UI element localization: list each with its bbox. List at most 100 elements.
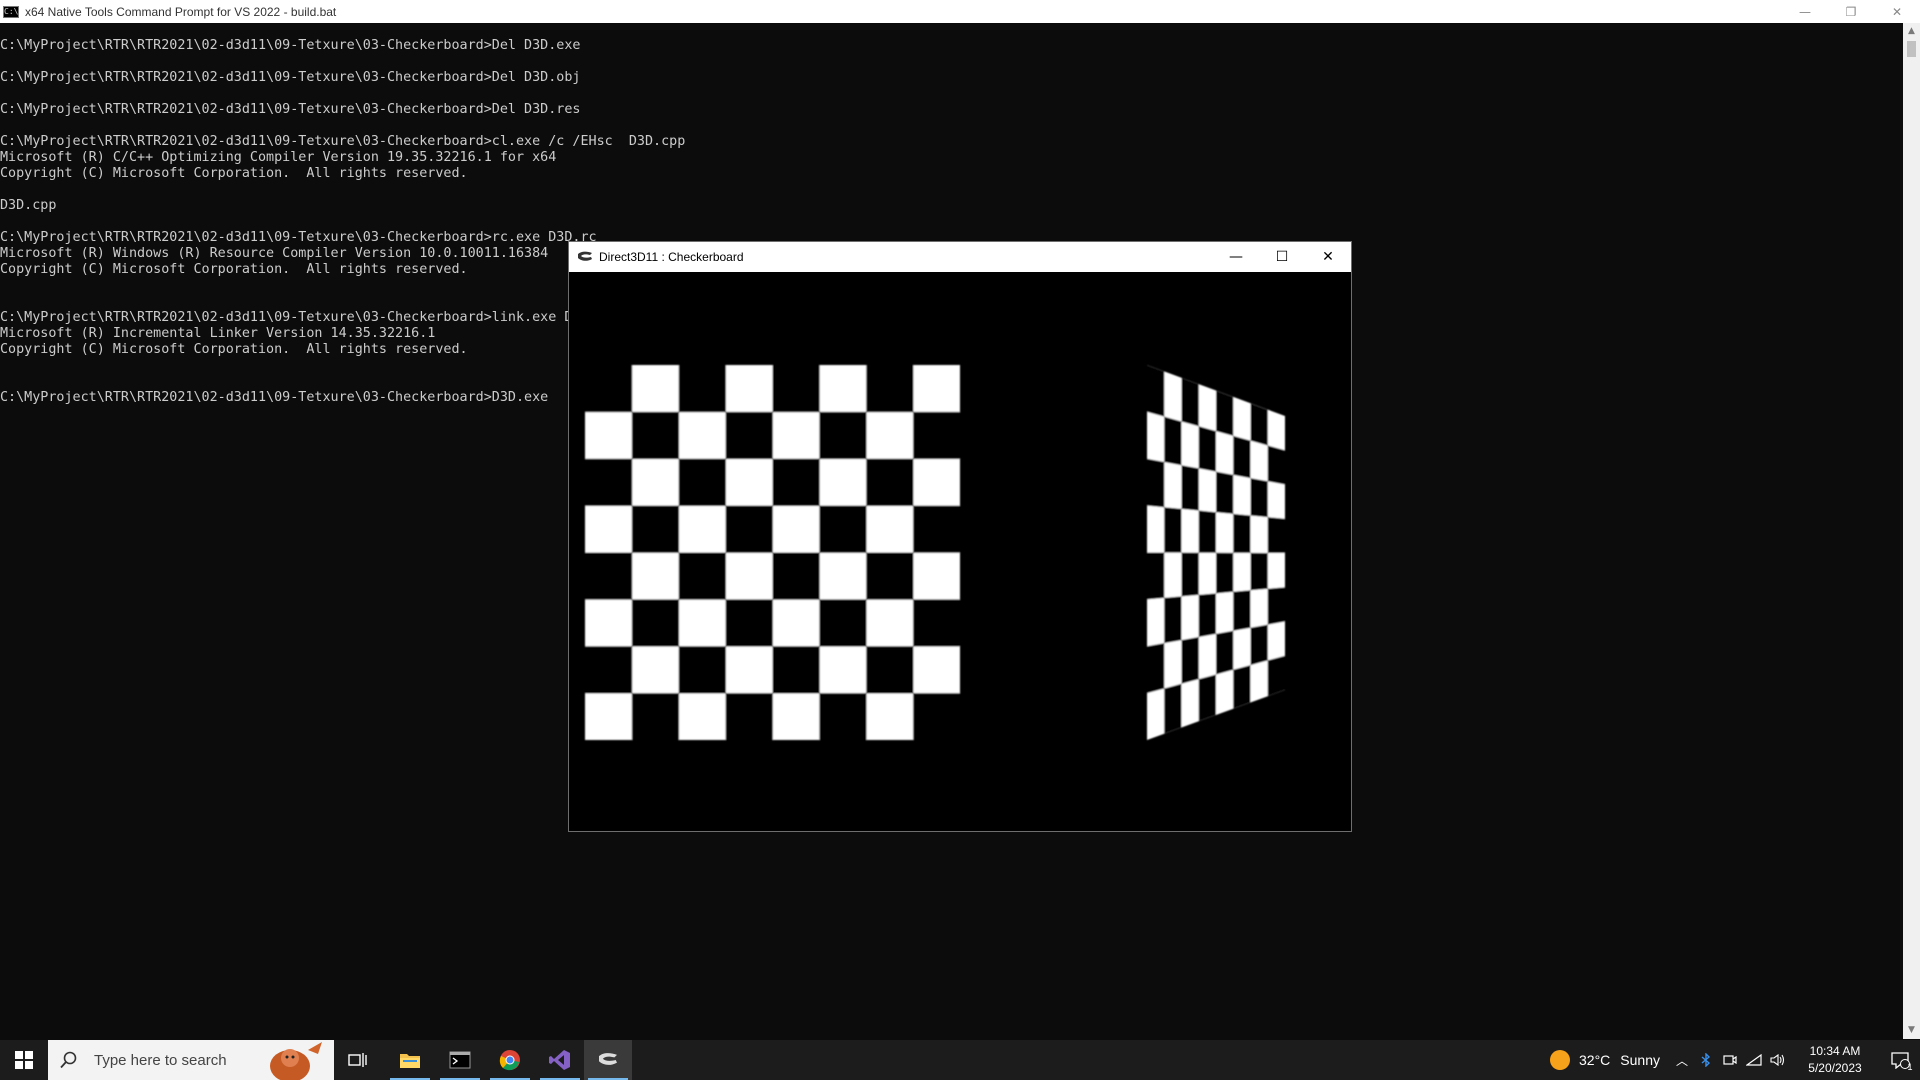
clock-date: 5/20/2023: [1808, 1061, 1862, 1075]
scroll-up-arrow-icon[interactable]: ▲: [1903, 23, 1920, 40]
chrome-button[interactable]: [486, 1040, 534, 1080]
app-logo-icon: [577, 249, 593, 265]
notification-count: 1: [1907, 1062, 1913, 1072]
search-icon: [60, 1051, 77, 1069]
checker-square: [725, 599, 773, 647]
terminal-button[interactable]: [436, 1040, 484, 1080]
checker-square: [1216, 390, 1234, 436]
checker-square: [1267, 655, 1285, 697]
visual-studio-button[interactable]: [536, 1040, 584, 1080]
tilted-checkerboard: [1147, 365, 1285, 740]
checker-square: [772, 458, 820, 506]
checkerboard-render: [585, 365, 1285, 741]
checker-square: [1250, 624, 1268, 666]
system-tray: 32°C Sunny ︿ 10:34 AM 5/20/2023 1: [1550, 1040, 1920, 1080]
checker-square: [1250, 552, 1268, 591]
checker-square: [1181, 465, 1199, 511]
file-explorer-button[interactable]: [386, 1040, 434, 1080]
checker-square: [1147, 643, 1165, 694]
checker-square: [1164, 416, 1182, 466]
console-restore-button[interactable]: ❐: [1828, 0, 1874, 23]
checker-square: [631, 693, 680, 741]
network-wifi-icon[interactable]: [1742, 1054, 1766, 1066]
console-scrollbar[interactable]: ▲ ▼: [1903, 23, 1920, 1039]
weather-widget[interactable]: 32°C Sunny: [1550, 1050, 1660, 1070]
checker-square: [678, 552, 726, 600]
checker-square: [1147, 365, 1165, 417]
clock[interactable]: 10:34 AM 5/20/2023: [1798, 1043, 1872, 1077]
render-viewport[interactable]: [569, 272, 1351, 831]
checker-square: [1233, 665, 1251, 709]
checker-square: [1233, 513, 1251, 553]
checker-square: [678, 365, 726, 413]
start-button[interactable]: [0, 1040, 48, 1080]
checker-square: [913, 505, 961, 553]
checker-square: [772, 365, 820, 413]
checker-square: [1216, 471, 1234, 514]
checker-square: [1164, 596, 1182, 644]
chrome-icon: [499, 1050, 520, 1071]
clock-time: 10:34 AM: [1809, 1044, 1861, 1058]
checker-square: [725, 693, 773, 741]
chevron-up-icon[interactable]: ︿: [1670, 1052, 1694, 1069]
checker-square: [1216, 630, 1234, 675]
checker-square: [678, 458, 726, 506]
search-placeholder: Type here to search: [94, 1051, 227, 1069]
checker-square: [1267, 445, 1285, 485]
checker-square: [819, 411, 867, 460]
checker-square: [1198, 593, 1216, 637]
checker-square: [631, 505, 680, 553]
checker-square: [1233, 435, 1251, 479]
taskbar: Type here to search 32°C Sunny ︿ 10:34 A…: [0, 1040, 1920, 1080]
checker-square: [772, 552, 820, 600]
notification-center-button[interactable]: 1: [1880, 1040, 1920, 1080]
checker-square: [819, 505, 867, 553]
checker-square: [819, 693, 867, 741]
console-close-button[interactable]: ✕: [1874, 0, 1920, 23]
checker-square: [1181, 636, 1199, 684]
app-logo-icon: [599, 1053, 617, 1065]
volume-icon[interactable]: [1766, 1054, 1790, 1066]
checker-square: [1250, 403, 1268, 446]
close-button[interactable]: ✕: [1305, 242, 1351, 272]
command-prompt-icon: C:\.: [3, 5, 19, 18]
flat-checkerboard: [585, 365, 961, 741]
checker-square: [585, 458, 633, 506]
task-view-button[interactable]: [334, 1040, 382, 1080]
checker-square: [1164, 507, 1182, 553]
checker-square: [913, 599, 961, 647]
checker-square: [1198, 426, 1216, 472]
checker-square: [1164, 683, 1182, 734]
maximize-button[interactable]: ☐: [1259, 242, 1305, 272]
direct3d-titlebar[interactable]: Direct3D11 : Checkerboard — ☐ ✕: [569, 242, 1351, 272]
checker-square: [1181, 377, 1199, 427]
minimize-button[interactable]: —: [1213, 242, 1259, 272]
checker-square: [631, 411, 680, 460]
meet-now-icon[interactable]: [1718, 1054, 1742, 1066]
checker-square: [1216, 552, 1234, 594]
checker-square: [1198, 510, 1216, 553]
checker-square: [725, 505, 773, 553]
console-titlebar[interactable]: C:\. x64 Native Tools Command Prompt for…: [0, 0, 1920, 23]
checker-square: [1181, 552, 1199, 597]
scroll-down-arrow-icon[interactable]: ▼: [1903, 1022, 1920, 1039]
checker-square: [725, 411, 773, 460]
windows-logo-icon: [15, 1051, 33, 1069]
checker-square: [585, 365, 633, 413]
direct3d-window-title: Direct3D11 : Checkerboard: [599, 250, 744, 264]
search-highlight-orangutan-icon[interactable]: [260, 1040, 330, 1080]
d3d-app-button[interactable]: [584, 1040, 632, 1080]
task-view-icon: [348, 1053, 367, 1067]
scroll-thumb[interactable]: [1907, 41, 1916, 57]
checker-square: [1267, 517, 1285, 553]
direct3d-window[interactable]: Direct3D11 : Checkerboard — ☐ ✕: [568, 241, 1352, 832]
bluetooth-icon[interactable]: [1694, 1053, 1718, 1067]
checker-square: [1233, 590, 1251, 631]
console-minimize-button[interactable]: —: [1782, 0, 1828, 23]
search-box[interactable]: Type here to search: [48, 1040, 334, 1080]
checker-square: [913, 693, 961, 741]
checker-square: [585, 552, 633, 600]
folder-icon: [400, 1054, 420, 1068]
checker-square: [866, 646, 914, 694]
checker-square: [678, 646, 726, 694]
